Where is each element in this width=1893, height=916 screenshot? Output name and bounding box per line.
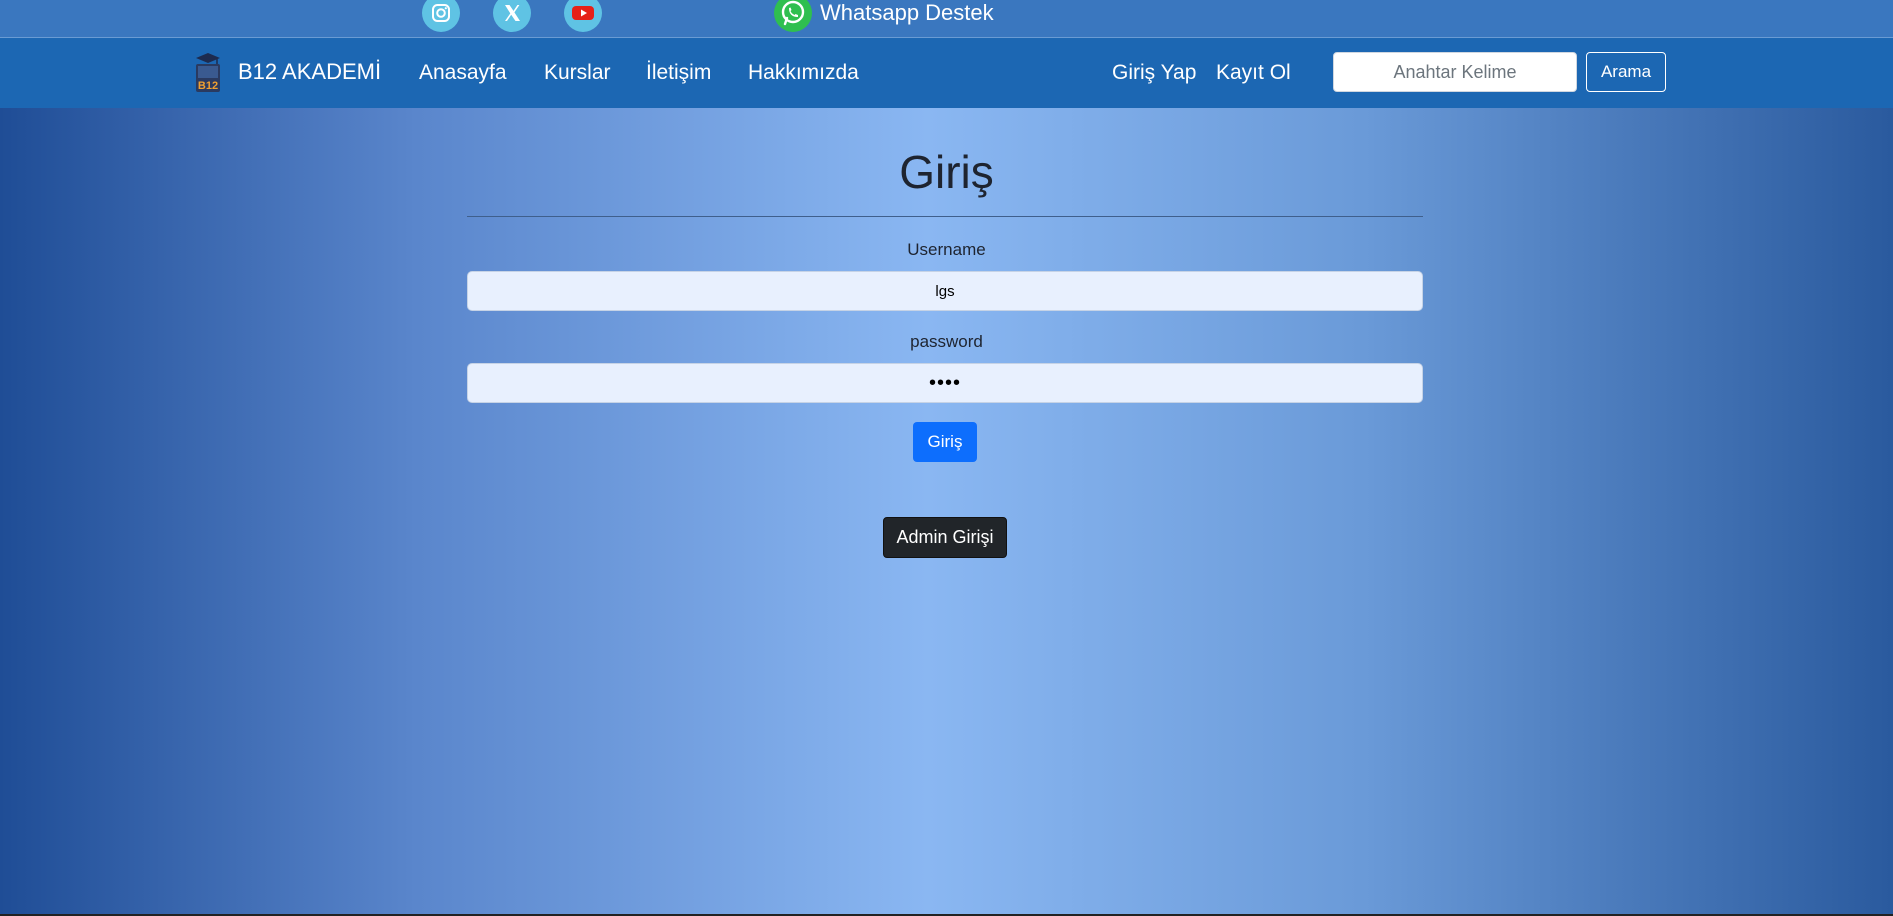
b12-logo[interactable]: B12: [193, 50, 223, 94]
whatsapp-link[interactable]: [774, 0, 812, 32]
x-twitter-link[interactable]: [493, 0, 531, 32]
whatsapp-support-label[interactable]: Whatsapp Destek: [820, 0, 994, 26]
admin-login-button[interactable]: Admin Girişi: [883, 517, 1007, 558]
instagram-link[interactable]: [422, 0, 460, 32]
nav-link-anasayfa[interactable]: Anasayfa: [419, 61, 507, 85]
register-link[interactable]: Kayıt Ol: [1216, 61, 1291, 85]
password-input[interactable]: [467, 363, 1423, 403]
username-input[interactable]: [467, 271, 1423, 311]
logo-text: B12: [198, 80, 218, 92]
login-submit-button[interactable]: Giriş: [913, 422, 977, 462]
social-bar: Whatsapp Destek: [0, 0, 1893, 38]
login-link[interactable]: Giriş Yap: [1112, 61, 1196, 85]
title-divider: [467, 216, 1423, 217]
search-input[interactable]: [1333, 52, 1577, 92]
x-twitter-icon: [505, 5, 520, 21]
instagram-icon: [432, 4, 450, 22]
brand-name[interactable]: B12 AKADEMİ: [238, 59, 381, 85]
nav-link-iletisim[interactable]: İletişim: [646, 61, 711, 85]
whatsapp-icon: [781, 0, 805, 26]
youtube-icon: [572, 6, 594, 20]
username-label: Username: [907, 240, 986, 259]
youtube-link[interactable]: [564, 0, 602, 32]
password-label: password: [910, 332, 983, 351]
page-title: Giriş: [899, 146, 994, 198]
search-button[interactable]: Arama: [1586, 52, 1666, 92]
main-navbar: B12 B12 AKADEMİ Anasayfa Kurslar İletişi…: [0, 38, 1893, 108]
nav-link-hakkimizda[interactable]: Hakkımızda: [748, 61, 859, 85]
nav-link-kurslar[interactable]: Kurslar: [544, 61, 611, 85]
